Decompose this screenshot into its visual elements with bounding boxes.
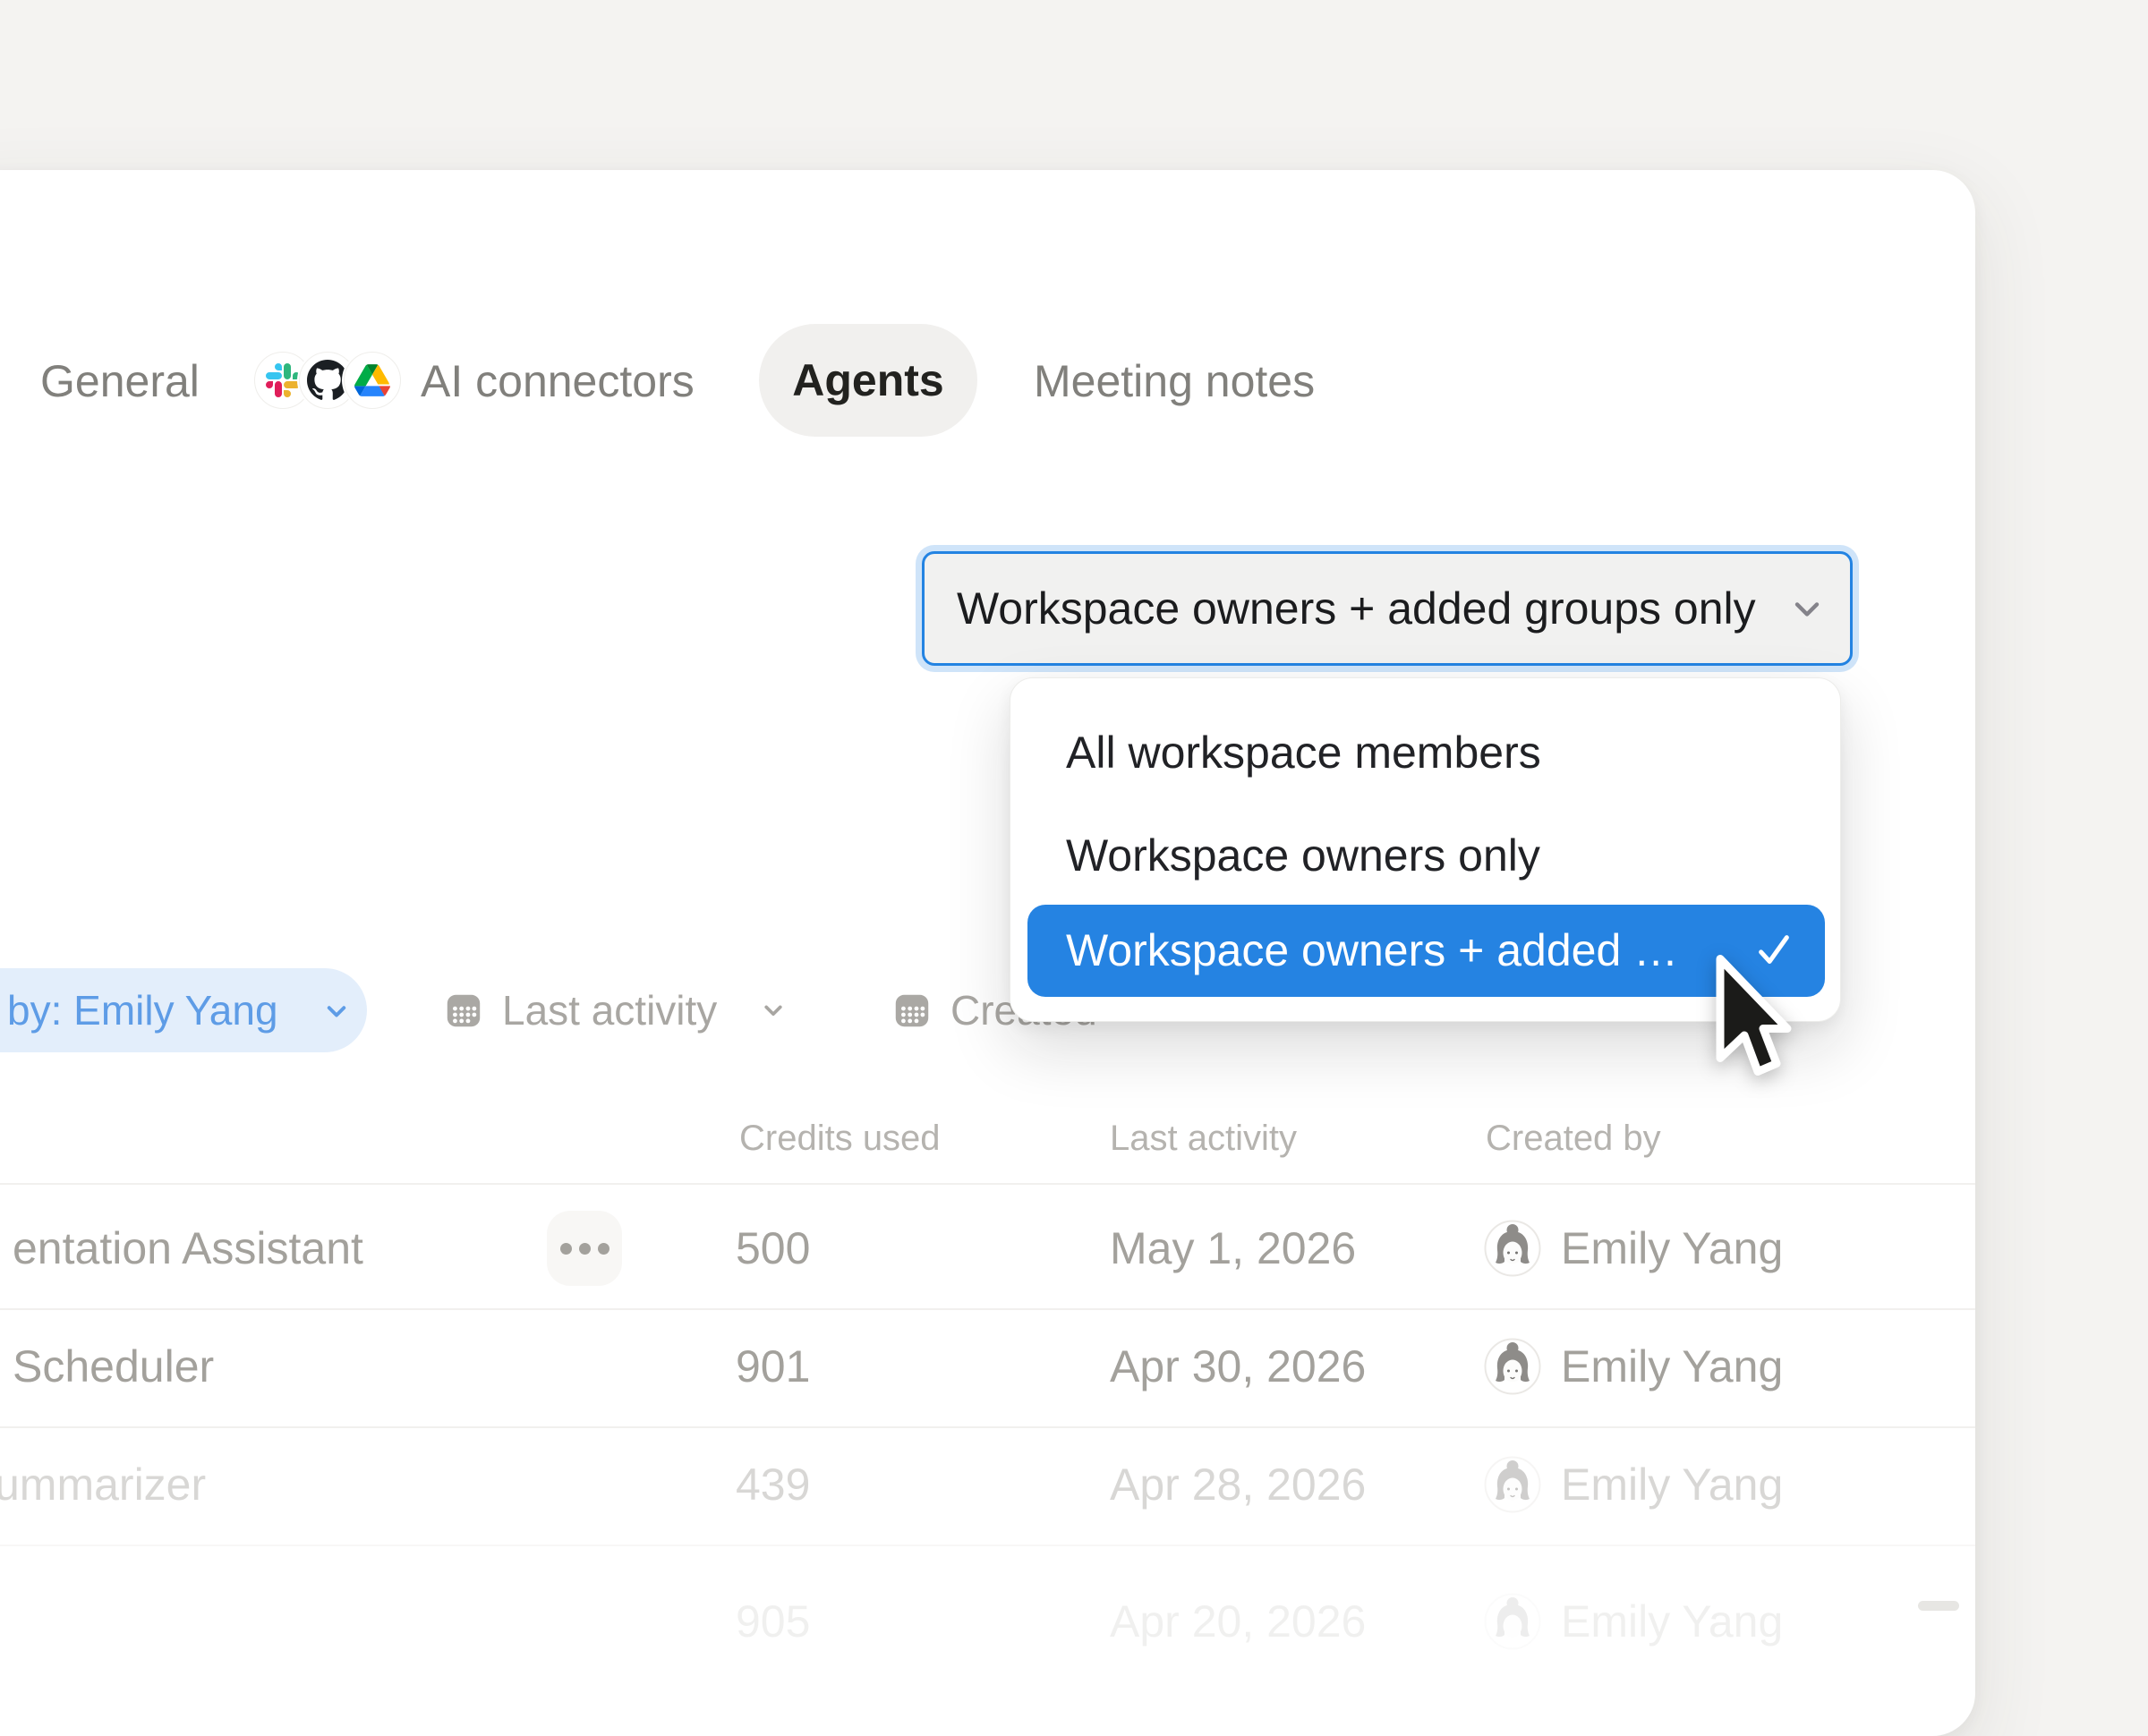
filter-chip-last-activity[interactable]: Last activity xyxy=(443,968,819,1052)
permission-dropdown-value: Workspace owners + added groups only xyxy=(957,554,1756,663)
permission-dropdown[interactable]: Workspace owners + added groups only xyxy=(922,551,1853,666)
tab-agents-label: Agents xyxy=(759,355,977,405)
menu-option-all-members[interactable]: All workspace members xyxy=(1066,728,1541,778)
chevron-down-icon xyxy=(758,995,788,1030)
chevron-down-icon xyxy=(320,995,353,1032)
chevron-down-icon xyxy=(1787,589,1827,633)
more-options-icon[interactable] xyxy=(547,1211,622,1286)
credits-used: 905 xyxy=(736,1596,810,1647)
calendar-icon xyxy=(443,990,484,1035)
created-by-name: Emily Yang xyxy=(1561,1340,1783,1392)
last-activity: Apr 20, 2026 xyxy=(1110,1596,1366,1647)
created-by-name: Emily Yang xyxy=(1561,1596,1783,1647)
divider xyxy=(0,1183,1975,1185)
avatar xyxy=(1484,1593,1541,1650)
tab-agents[interactable]: Agents xyxy=(759,324,977,437)
google-drive-icon xyxy=(344,352,401,409)
agent-name: ummarizer xyxy=(0,1459,206,1510)
last-activity: Apr 30, 2026 xyxy=(1110,1340,1366,1392)
cursor-pointer-icon xyxy=(1709,952,1801,1086)
divider xyxy=(0,1308,1975,1310)
divider xyxy=(0,1426,1975,1428)
menu-option-selected-label: Workspace owners + added … xyxy=(1066,905,1678,997)
calendar-icon xyxy=(891,990,933,1035)
agent-name: Scheduler xyxy=(13,1340,214,1392)
credits-used: 439 xyxy=(736,1459,810,1510)
divider xyxy=(0,1545,1975,1546)
tab-general[interactable]: General xyxy=(40,356,200,406)
tab-meeting-notes[interactable]: Meeting notes xyxy=(1034,356,1315,406)
filter-chip-created-by[interactable]: by: Emily Yang xyxy=(0,968,367,1052)
credits-used: 901 xyxy=(736,1340,810,1392)
last-activity: Apr 28, 2026 xyxy=(1110,1459,1366,1510)
filter-chip-created-by-label: by: Emily Yang xyxy=(7,968,278,1052)
avatar xyxy=(1484,1338,1541,1395)
agent-name: entation Assistant xyxy=(13,1222,363,1274)
menu-option-owners-only[interactable]: Workspace owners only xyxy=(1066,830,1540,881)
credits-used: 500 xyxy=(736,1222,810,1274)
filter-chip-last-activity-label: Last activity xyxy=(502,968,717,1052)
scrollbar-thumb[interactable] xyxy=(1918,1601,1959,1611)
col-header-last-activity: Last activity xyxy=(1110,1119,1297,1158)
created-by-name: Emily Yang xyxy=(1561,1222,1783,1274)
menu-option-owners-added-groups[interactable]: Workspace owners + added … xyxy=(1027,905,1825,997)
tab-ai-connectors[interactable]: AI connectors xyxy=(421,356,695,406)
avatar xyxy=(1484,1220,1541,1277)
last-activity: May 1, 2026 xyxy=(1110,1222,1356,1274)
created-by-name: Emily Yang xyxy=(1561,1459,1783,1510)
avatar xyxy=(1484,1456,1541,1513)
col-header-credits-used: Credits used xyxy=(739,1119,941,1158)
col-header-created-by: Created by xyxy=(1486,1119,1661,1158)
